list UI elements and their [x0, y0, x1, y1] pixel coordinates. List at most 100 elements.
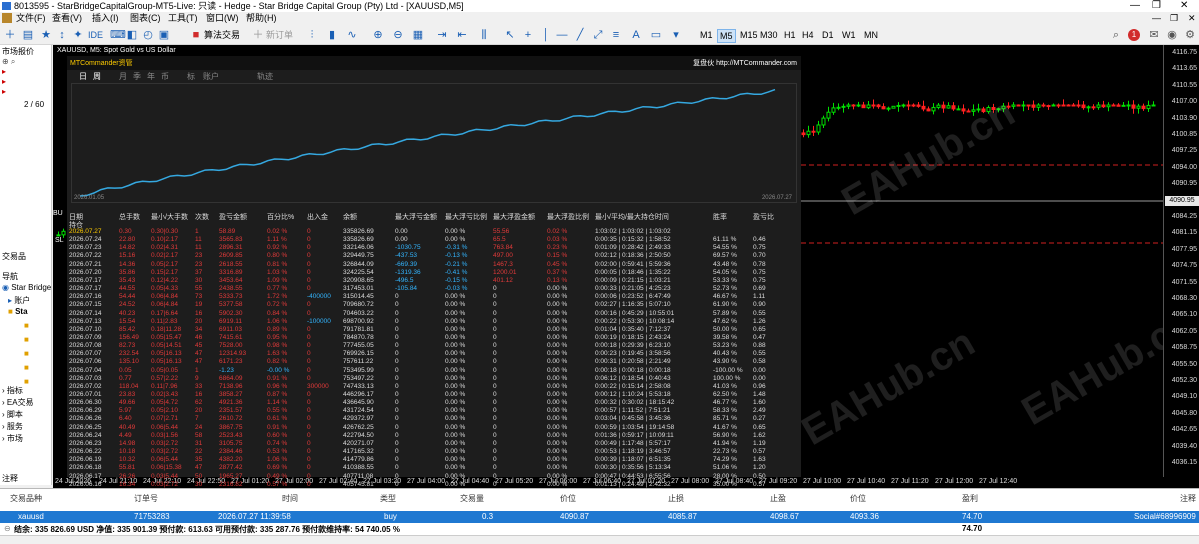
more-tools-icon[interactable]: ▾: [670, 29, 682, 41]
positions-col-header[interactable]: 类型: [380, 493, 396, 504]
tab-quarter[interactable]: 季: [133, 71, 141, 82]
close-button[interactable]: ✕: [1180, 0, 1188, 12]
cursor-icon[interactable]: ↖: [504, 29, 516, 41]
tab-day[interactable]: 日: [79, 71, 87, 82]
tf-w1[interactable]: W1: [840, 29, 858, 41]
ide-button[interactable]: IDE: [88, 28, 103, 42]
crosshair-icon[interactable]: +: [522, 29, 534, 41]
bar-chart-icon[interactable]: ⫶: [306, 29, 318, 41]
trendline-arrow-icon[interactable]: ⤢: [592, 29, 604, 41]
fibonacci-icon[interactable]: ≡: [610, 29, 622, 41]
zoom-out-icon[interactable]: ⊖: [392, 29, 404, 41]
tf-d1[interactable]: D1: [820, 29, 836, 41]
tf-m5[interactable]: M5: [717, 29, 736, 43]
account-icon[interactable]: ■: [24, 321, 29, 330]
account-icon[interactable]: ■: [24, 377, 29, 386]
indicators-icon[interactable]: ⫼: [478, 29, 490, 41]
notes-tab[interactable]: 注释: [2, 473, 18, 484]
nav-indicators[interactable]: › 指标: [2, 385, 23, 396]
signals-icon[interactable]: ◉: [1166, 29, 1178, 41]
panel-link[interactable]: 复盘伙 http://MTCommander.com: [693, 58, 797, 68]
account-icon[interactable]: ■: [24, 363, 29, 372]
positions-col-header[interactable]: 交易量: [460, 493, 484, 504]
tf-m1[interactable]: M1: [698, 29, 715, 41]
mw-row[interactable]: ▸: [2, 77, 6, 86]
menu-tools[interactable]: 工具(T): [168, 12, 198, 25]
position-row[interactable]: xauusd 71753283 2026.07.27 11:39:58 buy 0.3 4…: [0, 511, 1199, 523]
autoscroll-icon[interactable]: ⇥: [436, 29, 448, 41]
tester-icon[interactable]: ✦: [72, 29, 84, 41]
tab-currency[interactable]: 币: [161, 71, 169, 82]
new-chart-icon[interactable]: ＋: [4, 29, 16, 41]
tab-month[interactable]: 月: [119, 71, 127, 82]
nav-ea[interactable]: › EA交易: [2, 397, 34, 408]
tab-year[interactable]: 年: [147, 71, 155, 82]
navigator-icon[interactable]: ↕: [56, 29, 68, 41]
algo-trading-icon[interactable]: ■: [190, 29, 202, 41]
positions-col-header[interactable]: 价位: [850, 493, 866, 504]
tab-track[interactable]: 轨迹: [257, 71, 273, 82]
algo-trading-button[interactable]: 算法交易: [204, 28, 240, 42]
positions-col-header[interactable]: 订单号: [134, 493, 158, 504]
nav-scripts[interactable]: › 脚本: [2, 409, 23, 420]
tf-h1[interactable]: H1: [782, 29, 798, 41]
mdi-minimize-button[interactable]: —: [1152, 12, 1161, 25]
positions-col-header[interactable]: 时间: [282, 493, 298, 504]
tf-mn[interactable]: MN: [862, 29, 880, 41]
text-icon[interactable]: A: [630, 29, 642, 41]
positions-col-header[interactable]: 注释: [1180, 493, 1196, 504]
positions-col-header[interactable]: 交易品种: [10, 493, 42, 504]
help-icon[interactable]: ◧: [126, 29, 138, 41]
tf-m15[interactable]: M15: [738, 29, 760, 41]
price-scale[interactable]: 4116.75 4113.65 4110.55 4107.00 4103.90 4100.…: [1163, 45, 1199, 477]
shapes-icon[interactable]: ▭: [650, 29, 662, 41]
tab-week[interactable]: 周: [93, 71, 101, 82]
tf-h4[interactable]: H4: [800, 29, 816, 41]
terminal-icon[interactable]: ⌨: [110, 29, 126, 41]
tf-m30[interactable]: M30: [758, 29, 780, 41]
mdi-restore-button[interactable]: ❐: [1170, 12, 1178, 25]
nav-market[interactable]: › 市场: [2, 433, 23, 444]
tab-symbol[interactable]: 标: [187, 71, 195, 82]
tile-icon[interactable]: ▦: [412, 29, 424, 41]
market-watch-icons[interactable]: ⊕ ⌕: [2, 57, 15, 67]
menu-help[interactable]: 帮助(H): [246, 12, 277, 25]
mw-row[interactable]: ▸: [2, 87, 6, 96]
search-icon[interactable]: ⌕: [1110, 29, 1122, 41]
menu-chart[interactable]: 图表(C): [130, 12, 161, 25]
hline-icon[interactable]: —: [556, 29, 568, 41]
account-icon[interactable]: ■: [24, 349, 29, 358]
positions-col-header[interactable]: 止损: [668, 493, 684, 504]
terminal-panel-icon[interactable]: ▣: [158, 29, 170, 41]
mdi-close-button[interactable]: ✕: [1188, 12, 1196, 25]
menu-view[interactable]: 查看(V): [52, 12, 82, 25]
nav-services[interactable]: › 服务: [2, 421, 23, 432]
restore-button[interactable]: ❐: [1152, 0, 1161, 12]
menu-window[interactable]: 窗口(W): [206, 12, 239, 25]
notification-badge[interactable]: 1: [1128, 29, 1140, 41]
zoom-in-icon[interactable]: ⊕: [372, 29, 384, 41]
mw-row[interactable]: ▸: [2, 67, 6, 76]
minimize-button[interactable]: —: [1130, 0, 1140, 12]
history-icon[interactable]: ◴: [142, 29, 154, 41]
tab-account[interactable]: 账户: [203, 71, 219, 82]
trade-tab[interactable]: 交易品: [2, 251, 26, 262]
nav-accounts[interactable]: ▸ 账户: [8, 295, 30, 306]
menu-insert[interactable]: 插入(I): [92, 12, 119, 25]
settings-icon[interactable]: ⚙: [1184, 29, 1196, 41]
app-menu-icon[interactable]: [2, 13, 12, 23]
shift-icon[interactable]: ⇤: [456, 29, 468, 41]
positions-col-header[interactable]: 止盈: [770, 493, 786, 504]
line-chart-icon[interactable]: ∿: [346, 29, 358, 41]
candles-icon[interactable]: ▮: [326, 29, 338, 41]
market-watch-icon[interactable]: ★: [40, 29, 52, 41]
nav-broker[interactable]: ◉ Star Bridge: [2, 283, 51, 292]
positions-col-header[interactable]: 价位: [560, 493, 576, 504]
account-icon[interactable]: ■: [24, 335, 29, 344]
new-order-icon[interactable]: ＋: [252, 29, 264, 41]
menu-file[interactable]: 文件(F): [16, 12, 46, 25]
positions-col-header[interactable]: 盈利: [962, 493, 978, 504]
chat-icon[interactable]: ✉: [1148, 29, 1160, 41]
trendline-icon[interactable]: ╱: [574, 29, 586, 41]
vline-icon[interactable]: │: [540, 29, 552, 41]
